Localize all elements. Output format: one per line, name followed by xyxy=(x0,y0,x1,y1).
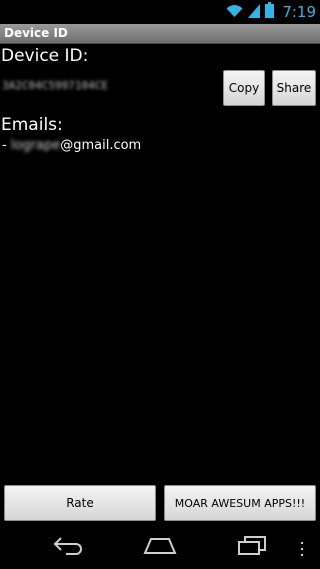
share-button[interactable]: Share xyxy=(272,70,316,106)
navigation-bar xyxy=(0,525,320,569)
email-domain: @gmail.com xyxy=(60,138,142,153)
email-bullet: - xyxy=(2,138,11,153)
email-item: - logrape@gmail.com xyxy=(2,138,141,153)
copy-button[interactable]: Copy xyxy=(223,70,265,106)
device-id-label: Device ID: xyxy=(1,46,89,66)
back-icon[interactable] xyxy=(52,535,84,559)
wifi-icon xyxy=(226,3,243,22)
device-id-value: 3A2C04C5997104CE xyxy=(2,79,108,92)
signal-icon xyxy=(248,3,261,22)
status-bar: 7:19 xyxy=(0,0,320,24)
home-icon[interactable] xyxy=(143,535,177,559)
email-user-obscured: logrape xyxy=(10,138,61,153)
battery-icon xyxy=(265,2,275,22)
status-icons: 7:19 xyxy=(226,2,316,22)
more-apps-button[interactable]: MOAR AWESUM APPS!!! xyxy=(164,485,316,521)
status-time: 7:19 xyxy=(282,3,316,21)
action-bar: Device ID xyxy=(0,24,320,44)
rate-button[interactable]: Rate xyxy=(4,485,156,521)
app-title: Device ID xyxy=(4,26,68,40)
emails-label: Emails: xyxy=(1,115,63,135)
recents-icon[interactable] xyxy=(236,535,268,559)
overflow-menu-icon[interactable] xyxy=(300,541,304,560)
